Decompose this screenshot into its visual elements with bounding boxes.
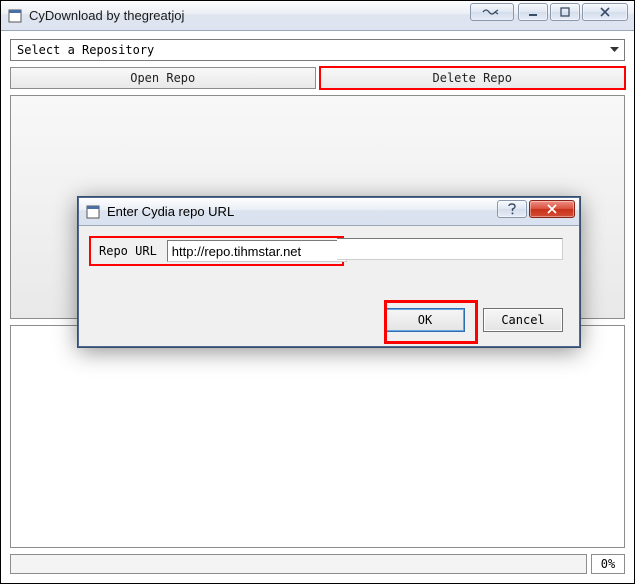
repo-url-label: Repo URL xyxy=(95,242,161,260)
delete-repo-button[interactable]: Delete Repo xyxy=(320,67,626,89)
delete-repo-label: Delete Repo xyxy=(433,71,512,85)
minimize-button[interactable] xyxy=(518,3,548,21)
dialog-window-controls xyxy=(497,200,575,218)
repo-url-value: http://repo.tihmstar.net xyxy=(172,244,301,259)
dialog-help-button[interactable] xyxy=(497,200,527,218)
repo-dropdown[interactable]: Select a Repository xyxy=(10,39,625,61)
client-area: Select a Repository Open Repo Delete Rep… xyxy=(1,31,634,583)
dialog-title: Enter Cydia repo URL xyxy=(107,204,234,219)
ok-button[interactable]: OK xyxy=(385,308,465,332)
app-icon xyxy=(7,8,23,24)
content-panel xyxy=(10,325,625,549)
dialog-app-icon xyxy=(85,204,101,220)
repo-url-dialog: Enter Cydia repo URL Repo URL http://rep… xyxy=(78,197,580,347)
cancel-button[interactable]: Cancel xyxy=(483,308,563,332)
dialog-close-button[interactable] xyxy=(529,200,575,218)
progress-pct: 0% xyxy=(591,554,625,574)
ok-label: OK xyxy=(418,313,432,327)
open-repo-button[interactable]: Open Repo xyxy=(10,67,316,89)
chevron-down-icon xyxy=(606,42,622,58)
main-titlebar: CyDownload by thegreatjoj xyxy=(1,1,634,31)
url-field-highlight: Repo URL http://repo.tihmstar.net xyxy=(89,236,344,266)
assist-button[interactable] xyxy=(470,3,514,21)
repo-dropdown-value: Select a Repository xyxy=(17,43,154,57)
close-button[interactable] xyxy=(582,3,628,21)
repo-url-input-left[interactable]: http://repo.tihmstar.net xyxy=(167,240,347,262)
status-row: 0% xyxy=(10,554,625,574)
maximize-button[interactable] xyxy=(550,3,580,21)
dialog-button-row: OK Cancel xyxy=(385,308,563,332)
dialog-body: Repo URL http://repo.tihmstar.net OK Can… xyxy=(79,226,579,346)
repo-button-row: Open Repo Delete Repo xyxy=(10,67,625,89)
app-title: CyDownload by thegreatjoj xyxy=(29,8,184,23)
dialog-titlebar: Enter Cydia repo URL xyxy=(79,198,579,226)
progress-bar xyxy=(10,554,587,574)
cancel-label: Cancel xyxy=(501,313,544,327)
window-controls xyxy=(518,3,628,21)
open-repo-label: Open Repo xyxy=(130,71,195,85)
repo-url-input[interactable] xyxy=(337,238,563,260)
